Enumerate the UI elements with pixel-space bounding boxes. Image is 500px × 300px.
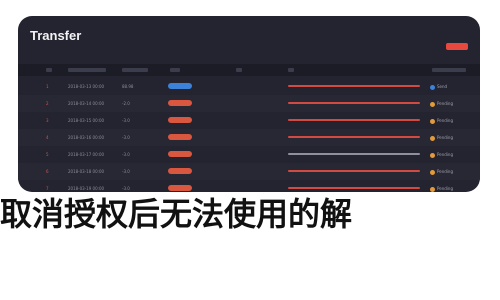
row-date: 2018-03-16 00:00: [68, 135, 105, 140]
description-bar: [288, 136, 420, 138]
transfer-action-button[interactable]: [446, 43, 468, 50]
row-state: Send: [430, 78, 447, 95]
description-bar: [288, 102, 420, 104]
row-state: Pending: [430, 95, 453, 112]
caption-text: 取消授权后无法使用的解: [0, 195, 353, 233]
row-id: 4: [46, 135, 49, 140]
header-col-description[interactable]: [288, 68, 294, 72]
description-bar: [288, 153, 420, 155]
table-row[interactable]: 3 2018-03-15 00:00 -3.0 Pending: [18, 112, 480, 129]
row-state: Pending: [430, 163, 453, 180]
row-amount: -3.0: [122, 135, 130, 140]
state-label: Pending: [437, 118, 453, 123]
row-amount: -3.0: [122, 169, 130, 174]
header-col-status[interactable]: [170, 68, 180, 72]
description-bar: [288, 170, 420, 172]
description-bar: [288, 187, 420, 189]
row-date: 2018-03-17 00:00: [68, 152, 105, 157]
row-date: 2018-03-15 00:00: [68, 118, 105, 123]
state-label: Pending: [437, 135, 453, 140]
table-row[interactable]: 2 2018-03-14 00:00 -2.0 Pending: [18, 95, 480, 112]
state-dot-icon: [430, 101, 435, 107]
state-dot-icon: [430, 152, 435, 158]
header-col-amount[interactable]: [122, 68, 148, 72]
state-dot-icon: [430, 135, 435, 141]
header-col-id[interactable]: [46, 68, 52, 72]
state-dot-icon: [430, 169, 435, 175]
transfer-panel: Transfer 1 2018-03-13 00:00 88.98 Send 2 2018…: [18, 16, 480, 192]
row-id: 6: [46, 169, 49, 174]
row-id: 3: [46, 118, 49, 123]
description-bar: [288, 85, 420, 87]
status-pill[interactable]: [168, 117, 192, 123]
row-state: Pending: [430, 112, 453, 129]
status-pill[interactable]: [168, 151, 192, 157]
state-label: Pending: [437, 101, 453, 106]
row-amount: -3.0: [122, 118, 130, 123]
state-label: Send: [437, 84, 448, 89]
table-row[interactable]: 4 2018-03-16 00:00 -3.0 Pending: [18, 129, 480, 146]
row-id: 2: [46, 101, 49, 106]
status-pill[interactable]: [168, 134, 192, 140]
row-id: 1: [46, 84, 49, 89]
state-dot-icon: [430, 118, 435, 124]
row-amount: 88.98: [122, 84, 134, 89]
row-id: 5: [46, 152, 49, 157]
row-amount: -2.0: [122, 101, 130, 106]
status-pill[interactable]: [168, 100, 192, 106]
row-amount: -3.0: [122, 152, 130, 157]
status-pill[interactable]: [168, 83, 192, 89]
state-dot-icon: [430, 84, 435, 90]
row-date: 2018-03-18 00:00: [68, 169, 105, 174]
table-row[interactable]: 5 2018-03-17 00:00 -3.0 Pending: [18, 146, 480, 163]
description-bar: [288, 119, 420, 121]
state-label: Pending: [437, 152, 453, 157]
row-state: Pending: [430, 129, 453, 146]
state-label: Pending: [437, 169, 453, 174]
row-state: Pending: [430, 146, 453, 163]
status-pill[interactable]: [168, 168, 192, 174]
row-date: 2018-03-13 00:00: [68, 84, 105, 89]
table-row[interactable]: 6 2018-03-18 00:00 -3.0 Pending: [18, 163, 480, 180]
header-col-date[interactable]: [68, 68, 106, 72]
row-date: 2018-03-14 00:00: [68, 101, 105, 106]
header-col-state[interactable]: [432, 68, 466, 72]
table-row[interactable]: 1 2018-03-13 00:00 88.98 Send: [18, 78, 480, 95]
panel-title: Transfer: [30, 28, 82, 43]
table-header: [18, 64, 480, 76]
header-col-type[interactable]: [236, 68, 242, 72]
